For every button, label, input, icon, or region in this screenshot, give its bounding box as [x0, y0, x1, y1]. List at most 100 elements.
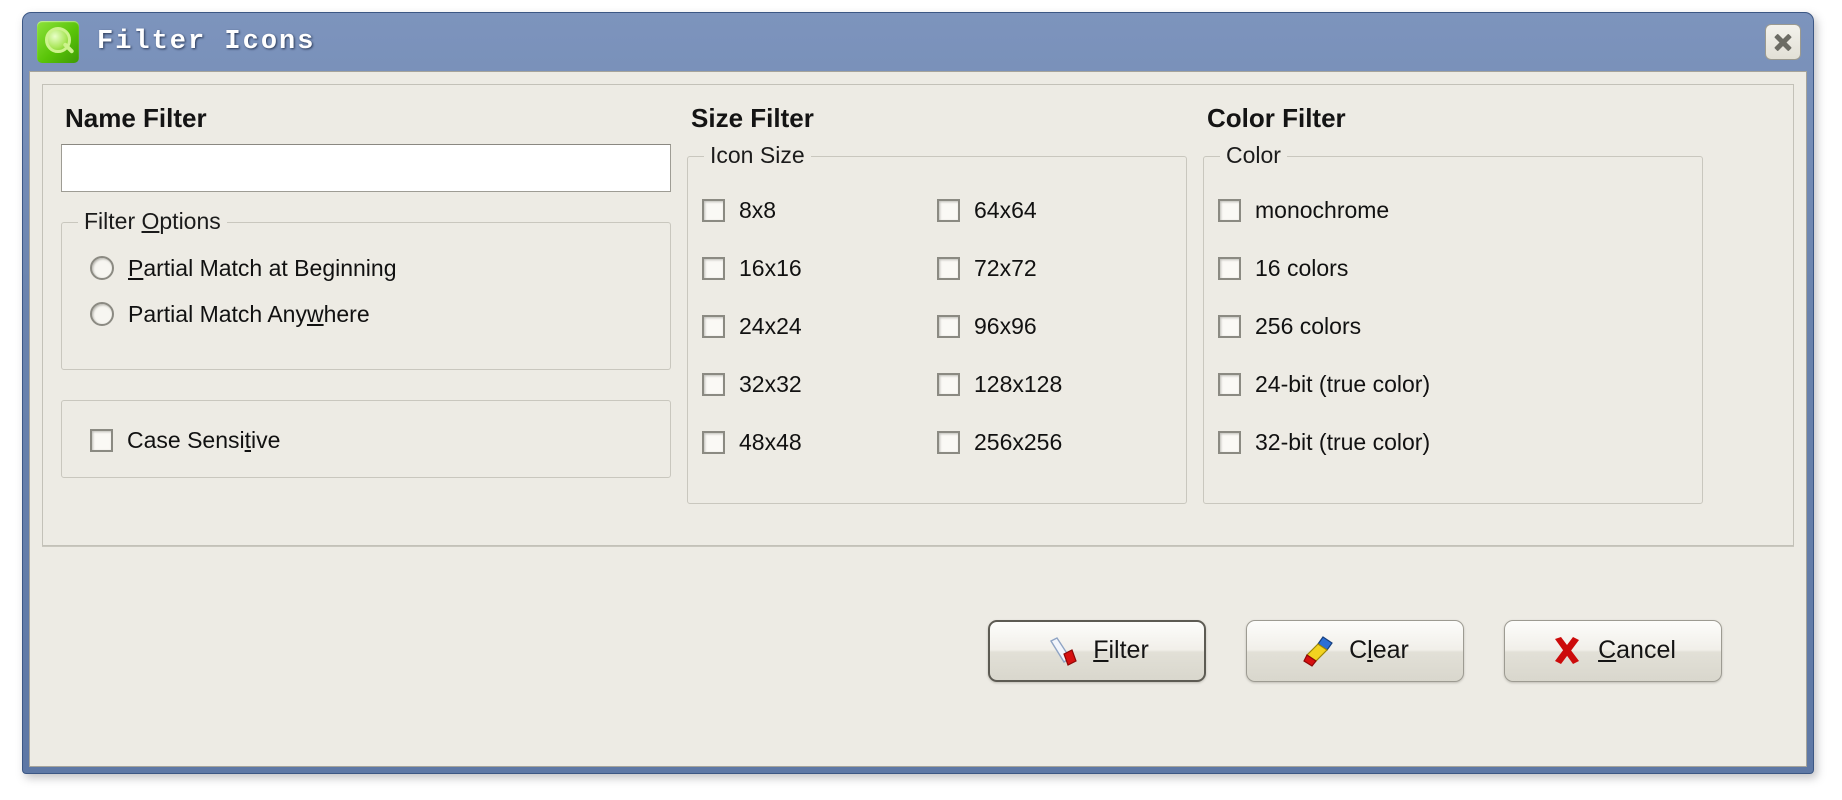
filter-button-label: Filter	[1093, 636, 1149, 665]
checkbox-size-24[interactable]: 24x24	[702, 297, 937, 355]
checkbox-case-sensitive[interactable]: Case Sensitive	[90, 411, 280, 469]
radio-label-anywhere: Partial Match Anywhere	[128, 301, 370, 328]
radio-mark-anywhere[interactable]	[90, 302, 114, 326]
filter-options-legend: Filter Options	[78, 208, 227, 235]
checkbox-color-monochrome[interactable]: monochrome	[1218, 181, 1688, 239]
icon-size-legend: Icon Size	[704, 142, 811, 169]
label-size-32: 32x32	[739, 370, 802, 397]
checkbox-size-72[interactable]: 72x72	[937, 239, 1172, 297]
icon-size-grid: 8x8 16x16 24x24 32x32 48x48 64x64 72x72 …	[702, 181, 1172, 471]
label-size-256: 256x256	[974, 428, 1063, 455]
name-filter-column: Name Filter Filter Options Partial Match…	[61, 99, 671, 531]
cancel-button[interactable]: Cancel	[1504, 619, 1722, 682]
icon-size-right-column: 64x64 72x72 96x96 128x128 256x256	[937, 181, 1172, 471]
clear-button-label: Clear	[1349, 636, 1409, 665]
cancel-button-accel: C	[1598, 636, 1617, 664]
label-size-96: 96x96	[974, 312, 1037, 339]
check-mark-size-128[interactable]	[937, 372, 960, 396]
filter-options-legend-before: Filter	[84, 208, 142, 234]
label-size-8: 8x8	[739, 196, 777, 223]
radio-partial-match-anywhere[interactable]: Partial Match Anywhere	[76, 291, 656, 337]
cancel-button-after: ancel	[1616, 636, 1676, 664]
label-color-256: 256 colors	[1255, 312, 1362, 339]
case-sensitive-group: Case Sensitive	[61, 400, 671, 478]
check-mark-color-32bit[interactable]	[1218, 430, 1241, 454]
dialog-footer: Filter Clear Cancel	[42, 546, 1794, 754]
radio-label-anywhere-before: Partial Match Any	[128, 300, 307, 327]
check-mark-color-16[interactable]	[1218, 256, 1241, 280]
checkbox-size-128[interactable]: 128x128	[937, 355, 1172, 413]
size-filter-column: Size Filter Icon Size 8x8 16x16 24x24 32…	[687, 99, 1187, 531]
color-group: Color monochrome 16 colors 256 colors 24…	[1203, 142, 1703, 504]
checkbox-size-96[interactable]: 96x96	[937, 297, 1172, 355]
check-mark-monochrome[interactable]	[1218, 198, 1241, 222]
filter-brush-icon	[1045, 634, 1079, 668]
clear-button-after: ear	[1372, 636, 1409, 664]
label-size-64: 64x64	[974, 196, 1037, 223]
label-monochrome: monochrome	[1255, 196, 1390, 223]
icon-size-left-column: 8x8 16x16 24x24 32x32 48x48	[702, 181, 937, 471]
check-mark-size-16[interactable]	[702, 256, 725, 280]
check-mark-size-64[interactable]	[937, 198, 960, 222]
red-x-icon	[1550, 634, 1584, 668]
color-filter-heading: Color Filter	[1207, 103, 1346, 133]
radio-label-beginning-after: artial Match at Beginning	[143, 254, 397, 281]
checkbox-size-32[interactable]: 32x32	[702, 355, 937, 413]
radio-label-anywhere-accel: w	[306, 300, 324, 327]
name-filter-heading: Name Filter	[65, 103, 207, 133]
checkbox-color-16[interactable]: 16 colors	[1218, 239, 1688, 297]
check-mark-size-8[interactable]	[702, 198, 725, 222]
check-mark-color-24bit[interactable]	[1218, 372, 1241, 396]
label-size-48: 48x48	[739, 428, 802, 455]
case-sensitive-after: ive	[251, 426, 281, 453]
filter-button-after: ilter	[1108, 636, 1149, 664]
label-size-72: 72x72	[974, 254, 1037, 281]
name-filter-input[interactable]	[61, 144, 671, 192]
label-color-32bit: 32-bit (true color)	[1255, 428, 1431, 455]
dialog-client-area: Name Filter Filter Options Partial Match…	[29, 71, 1807, 767]
checkbox-label-case-sensitive: Case Sensitive	[127, 427, 280, 454]
radio-label-beginning-accel: P	[128, 254, 144, 281]
filter-icons-dialog: Filter Icons Name Filter Filter Options …	[22, 12, 1814, 774]
check-mark-size-48[interactable]	[702, 430, 725, 454]
filter-button[interactable]: Filter	[988, 619, 1206, 682]
check-mark-size-32[interactable]	[702, 372, 725, 396]
label-size-128: 128x128	[974, 370, 1063, 397]
checkbox-color-32bit[interactable]: 32-bit (true color)	[1218, 413, 1688, 471]
filters-panel: Name Filter Filter Options Partial Match…	[42, 84, 1794, 546]
case-sensitive-before: Case Sensi	[127, 426, 245, 453]
radio-mark-beginning[interactable]	[90, 256, 114, 280]
checkbox-size-48[interactable]: 48x48	[702, 413, 937, 471]
check-mark-size-72[interactable]	[937, 256, 960, 280]
close-icon[interactable]	[1765, 24, 1801, 60]
radio-partial-match-beginning[interactable]: Partial Match at Beginning	[76, 245, 656, 291]
checkbox-size-16[interactable]: 16x16	[702, 239, 937, 297]
label-size-24: 24x24	[739, 312, 802, 339]
eraser-icon	[1301, 634, 1335, 668]
radio-label-beginning: Partial Match at Beginning	[128, 255, 397, 282]
radio-label-anywhere-after: here	[323, 300, 370, 327]
cancel-button-label: Cancel	[1598, 636, 1676, 665]
check-mark-size-256[interactable]	[937, 430, 960, 454]
checkbox-color-256[interactable]: 256 colors	[1218, 297, 1688, 355]
filter-options-legend-accel: O	[141, 208, 160, 234]
label-color-24bit: 24-bit (true color)	[1255, 370, 1431, 397]
checkbox-size-256[interactable]: 256x256	[937, 413, 1172, 471]
window-title: Filter Icons	[97, 27, 316, 57]
color-filter-column: Color Filter Color monochrome 16 colors …	[1203, 99, 1703, 531]
check-mark-size-24[interactable]	[702, 314, 725, 338]
filter-button-accel: F	[1093, 636, 1109, 664]
check-mark-color-256[interactable]	[1218, 314, 1241, 338]
label-color-16: 16 colors	[1255, 254, 1349, 281]
label-size-16: 16x16	[739, 254, 802, 281]
size-filter-heading: Size Filter	[691, 103, 814, 133]
checkbox-color-24bit[interactable]: 24-bit (true color)	[1218, 355, 1688, 413]
checkbox-size-8[interactable]: 8x8	[702, 181, 937, 239]
clear-button[interactable]: Clear	[1246, 619, 1464, 682]
check-mark-case-sensitive[interactable]	[90, 428, 113, 452]
filter-options-legend-after: ptions	[159, 208, 221, 234]
checkbox-size-64[interactable]: 64x64	[937, 181, 1172, 239]
magnifier-icon	[37, 21, 79, 63]
icon-size-group: Icon Size 8x8 16x16 24x24 32x32 48x48 64…	[687, 142, 1187, 504]
check-mark-size-96[interactable]	[937, 314, 960, 338]
